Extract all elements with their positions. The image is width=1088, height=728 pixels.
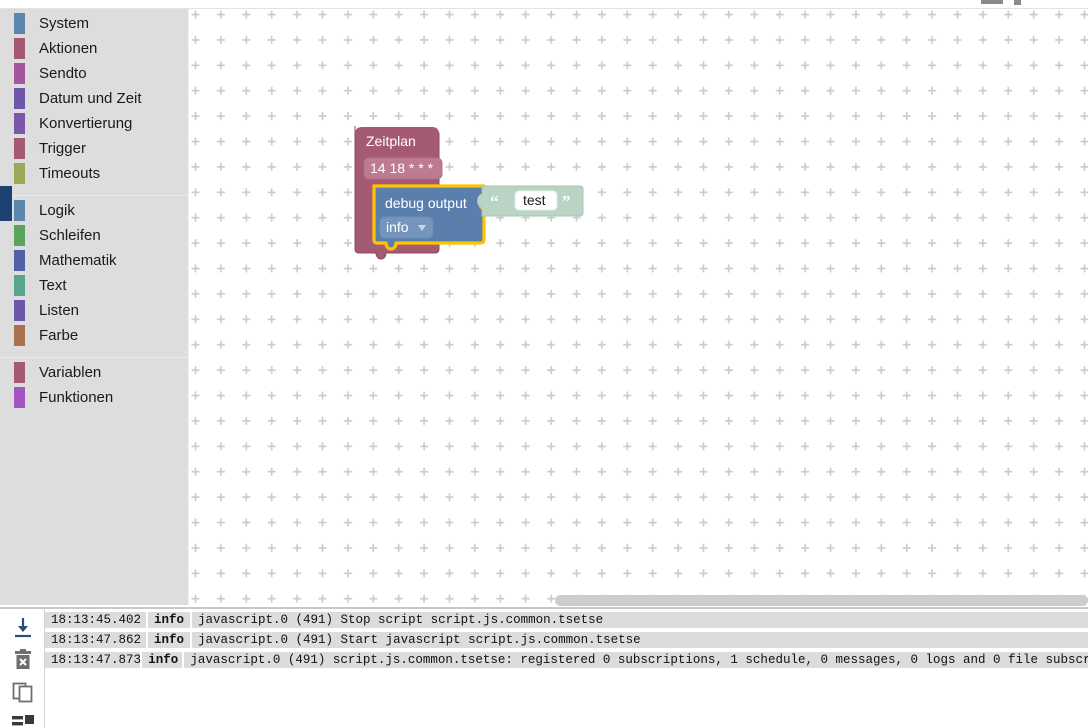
toolbox-category-mathematik[interactable]: Mathematik: [0, 248, 188, 273]
category-swatch-icon: [14, 138, 25, 159]
toolbox-group-gap: [0, 348, 188, 357]
toolbox-category-label: Datum und Zeit: [39, 90, 142, 107]
toolbox-category-system[interactable]: System: [0, 11, 188, 36]
category-swatch-icon: [14, 362, 25, 383]
category-swatch-icon: [14, 325, 25, 346]
trash-delete-icon: [15, 649, 31, 669]
category-swatch-icon: [14, 225, 25, 246]
toolbox-category-label: Konvertierung: [39, 115, 133, 132]
workspace-hscrollbar-thumb[interactable]: [555, 595, 1088, 606]
block-stack[interactable]: Zeitplan 14 18 * * * debug output info “…: [190, 9, 1088, 605]
block-text-literal-quote-open: “: [490, 192, 499, 211]
category-swatch-icon: [14, 387, 25, 408]
log-timestamp: 18:13:47.873: [45, 652, 141, 668]
toolbox-category-timeouts[interactable]: Timeouts: [0, 161, 188, 186]
log-row-list[interactable]: 18:13:45.402 info javascript.0 (491) Stop …: [45, 609, 1088, 728]
log-timestamp: 18:13:47.862: [45, 632, 147, 648]
category-swatch-icon: [14, 275, 25, 296]
log-severity: info: [148, 612, 191, 628]
category-swatch-icon: [14, 300, 25, 321]
category-swatch-icon: [14, 113, 25, 134]
category-swatch-icon: [14, 88, 25, 109]
workspace-hscrollbar-track[interactable]: [190, 595, 1088, 606]
toolbox-category-text[interactable]: Text: [0, 273, 188, 298]
download-arrow-icon: [15, 618, 31, 638]
toolbar-divider: [0, 8, 1088, 9]
toolbox-category-schleifen[interactable]: Schleifen: [0, 223, 188, 248]
toolbox-category-funktionen[interactable]: Funktionen: [0, 385, 188, 410]
toolbox-category-label: Text: [39, 277, 67, 294]
toolbox-category-label: Aktionen: [39, 40, 98, 57]
category-swatch-icon: [14, 163, 25, 184]
toolbox-category-label: System: [39, 15, 90, 32]
toolbox-category-label: Sendto: [39, 65, 87, 82]
toolbox-category-label: Schleifen: [39, 227, 101, 244]
toolbox-category-sendto[interactable]: Sendto: [0, 61, 188, 86]
category-swatch-icon: [14, 200, 25, 221]
toolbox-category-label: Logik: [39, 202, 75, 219]
toolbox-category-label: Trigger: [39, 140, 86, 157]
window-control-icon[interactable]: [981, 0, 1003, 4]
log-row[interactable]: 18:13:45.402 info javascript.0 (491) Stop …: [45, 611, 1088, 629]
toolbox-category-label: Farbe: [39, 327, 79, 344]
toolbox-category-listen[interactable]: Listen: [0, 298, 188, 323]
toolbox-category-datum-und-zeit[interactable]: Datum und Zeit: [0, 86, 188, 111]
toolbox-group-group-primary: System Aktionen Sendto Datum und Zeit Konver…: [0, 9, 188, 186]
block-schedule-cron-value: 14 18 * * *: [370, 160, 434, 176]
toolbox-category-label: Listen: [39, 302, 80, 319]
copy-icon: [12, 682, 33, 703]
block-text-literal[interactable]: “ test ”: [477, 185, 584, 217]
clear-log-button[interactable]: [10, 647, 36, 673]
window-control-icon[interactable]: [1014, 0, 1021, 5]
toolbox-group-group-core: Logik Schleifen Mathematik Text Listen Farbe: [0, 196, 188, 348]
window-top-strip: [0, 0, 1088, 9]
toolbox-category-label: Mathematik: [39, 252, 117, 269]
toolbox-category-label: Timeouts: [39, 165, 101, 182]
toolbox-category-logik[interactable]: Logik: [0, 198, 188, 223]
block-text-literal-quote-close: ”: [562, 192, 571, 211]
log-console-panel: 18:13:45.402 info javascript.0 (491) Stop …: [0, 609, 1088, 728]
selected-category-indicator: [0, 186, 12, 221]
toolbox-category-konvertierung[interactable]: Konvertierung: [0, 111, 188, 136]
log-timestamp: 18:13:45.402: [45, 612, 147, 628]
log-severity: info: [142, 652, 183, 668]
console-toolbar: [0, 609, 45, 728]
export-log-button[interactable]: [10, 615, 36, 641]
block-debug-output-title: debug output: [385, 195, 467, 211]
toolbox-category-aktionen[interactable]: Aktionen: [0, 36, 188, 61]
block-schedule-title: Zeitplan: [366, 133, 416, 149]
copy-log-button[interactable]: [10, 679, 36, 705]
toolbox-category-variablen[interactable]: Variablen: [0, 360, 188, 385]
toolbox-category-farbe[interactable]: Farbe: [0, 323, 188, 348]
category-swatch-icon: [14, 63, 25, 84]
category-swatch-icon: [14, 250, 25, 271]
log-options-button[interactable]: [10, 713, 36, 728]
list-lines-icon: [12, 715, 34, 726]
log-message: javascript.0 (491) Stop script script.js…: [192, 612, 1088, 628]
category-swatch-icon: [14, 13, 25, 34]
category-swatch-icon: [14, 38, 25, 59]
log-message: javascript.0 (491) Start javascript scri…: [192, 632, 1088, 648]
log-row[interactable]: 18:13:47.873 info javascript.0 (491) scrip…: [45, 651, 1088, 669]
log-message: javascript.0 (491) script.js.common.tset…: [184, 652, 1088, 668]
toolbox-category-trigger[interactable]: Trigger: [0, 136, 188, 161]
log-severity: info: [148, 632, 191, 648]
toolbox-group-group-user: Variablen Funktionen: [0, 358, 188, 410]
toolbox-sidebar: System Aktionen Sendto Datum und Zeit Konver…: [0, 9, 189, 605]
blockly-workspace[interactable]: Zeitplan 14 18 * * * debug output info “…: [190, 9, 1088, 605]
toolbox-category-label: Funktionen: [39, 389, 114, 406]
block-debug-output[interactable]: debug output info: [372, 184, 486, 251]
script-editor-window: System Aktionen Sendto Datum und Zeit Konver…: [0, 0, 1088, 728]
log-row[interactable]: 18:13:47.862 info javascript.0 (491) Start…: [45, 631, 1088, 649]
block-debug-severity-value: info: [386, 219, 409, 235]
toolbox-category-label: Variablen: [39, 364, 102, 381]
toolbox-group-gap: [0, 186, 188, 195]
block-text-literal-value: test: [523, 192, 546, 208]
